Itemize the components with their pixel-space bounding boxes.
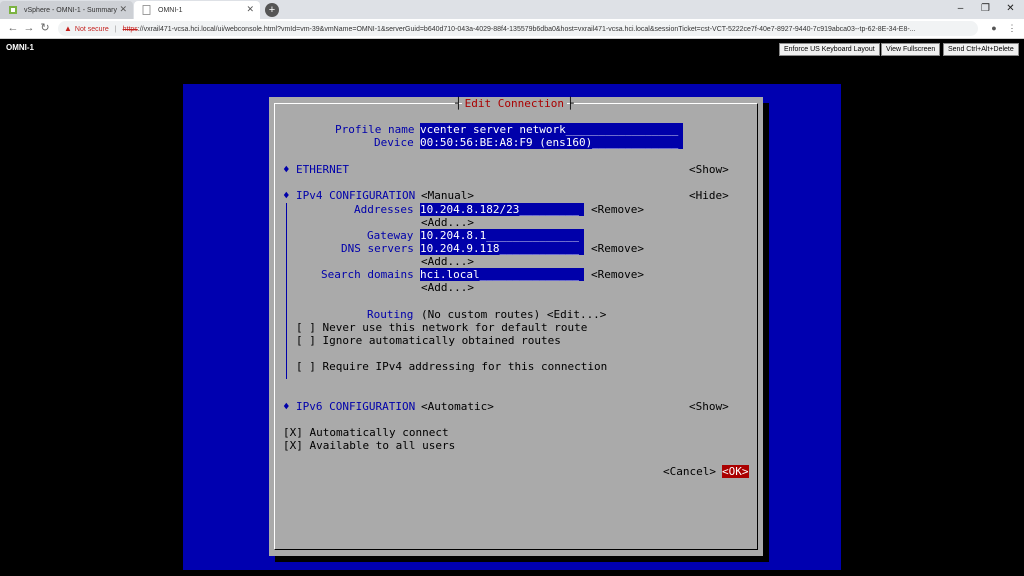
ipv6-marker-icon: ♦ [283, 400, 290, 413]
dialog-title-bar: ┤ Edit Connection ├ [455, 97, 574, 110]
ipv6-show-button[interactable]: <Show> [689, 400, 729, 413]
new-tab-button[interactable]: + [265, 3, 279, 17]
dns-server-field[interactable]: 10.204.9.118____________ [420, 242, 584, 255]
edit-connection-dialog: ┤ Edit Connection ├ Profile name vcenter s… [269, 97, 763, 556]
tab-vsphere-summary[interactable]: vSphere - OMNI-1 - Summary ✕ [0, 1, 133, 19]
profile-icon[interactable]: ● [988, 22, 1000, 34]
tab-title: vSphere - OMNI-1 - Summary [24, 6, 117, 14]
tab-close-icon[interactable]: ✕ [246, 4, 254, 15]
not-secure-label: Not secure [74, 26, 109, 33]
reload-icon[interactable]: ↻ [38, 21, 52, 35]
url-scheme: https [122, 26, 138, 33]
remove-search-domain-button[interactable]: <Remove> [591, 268, 644, 281]
dns-servers-label: DNS servers [341, 242, 414, 255]
tab-title: OMNI-1 [158, 6, 183, 14]
routing-label: Routing [367, 308, 414, 321]
remove-dns-button[interactable]: <Remove> [591, 242, 644, 255]
maximize-button[interactable]: ❐ [973, 0, 998, 18]
tab-close-icon[interactable]: ✕ [119, 4, 127, 15]
addresses-label: Addresses [354, 203, 414, 216]
ipv4-hide-button[interactable]: <Hide> [689, 189, 729, 202]
gateway-field[interactable]: 10.204.8.1______________ [420, 229, 584, 242]
ethernet-show-button[interactable]: <Show> [689, 163, 729, 176]
ok-button[interactable]: <OK> [722, 465, 749, 478]
add-address-button[interactable]: <Add...> [421, 216, 474, 229]
view-fullscreen-button[interactable]: View Fullscreen [881, 43, 941, 56]
all-users-checkbox[interactable]: [X] Available to all users [283, 439, 455, 452]
search-domain-field[interactable]: hci.local_______________ [420, 268, 584, 281]
tab-omni-1[interactable]: OMNI-1 ✕ [134, 1, 260, 19]
vsphere-favicon-icon [9, 6, 17, 14]
search-domains-label: Search domains [321, 268, 414, 281]
never-default-route-checkbox[interactable]: [ ] Never use this network for default r… [296, 321, 587, 334]
device-label: Device [374, 136, 414, 149]
ipv4-label: IPv4 CONFIGURATION [296, 189, 416, 202]
add-search-domain-button[interactable]: <Add...> [421, 281, 474, 294]
profile-name-label: Profile name [335, 123, 415, 136]
send-ctrl-alt-delete-button[interactable]: Send Ctrl+Alt+Delete [943, 43, 1019, 56]
gateway-label: Gateway [367, 229, 414, 242]
ipv4-marker-icon: ♦ [283, 189, 290, 202]
ethernet-marker-icon: ♦ [283, 163, 290, 176]
device-field[interactable]: 00:50:56:BE:A8:F9 (ens160)_____________ [420, 136, 683, 149]
ipv4-section-bar [286, 203, 287, 379]
page-favicon-icon [142, 5, 151, 15]
ethernet-label: ETHERNET [296, 163, 349, 176]
url-text: ://vxrail471-vcsa.hci.local/ui/webconsol… [137, 26, 916, 33]
profile-name-field[interactable]: vcenter server network_________________ [420, 123, 683, 136]
enforce-keyboard-button[interactable]: Enforce US Keyboard Layout [779, 43, 880, 56]
console-header: OMNI-1 Enforce US Keyboard Layout View F… [0, 40, 1024, 58]
address-bar[interactable]: ▲ Not secure | https://vxrail471-vcsa.hci.l… [58, 21, 978, 36]
routing-edit-button[interactable]: (No custom routes) <Edit...> [421, 308, 606, 321]
warning-triangle-icon: ▲ [64, 24, 72, 33]
ipv4-mode-dropdown[interactable]: <Manual> [421, 189, 474, 202]
forward-arrow-icon[interactable]: → [22, 21, 36, 35]
minimize-button[interactable]: – [948, 0, 973, 18]
require-ipv4-checkbox[interactable]: [ ] Require IPv4 addressing for this con… [296, 360, 607, 373]
address-separator: | [114, 26, 117, 33]
add-dns-button[interactable]: <Add...> [421, 255, 474, 268]
back-arrow-icon[interactable]: ← [6, 21, 20, 35]
dialog-title: Edit Connection [461, 97, 567, 110]
close-window-button[interactable]: ✕ [998, 0, 1023, 18]
browser-toolbar: ← → ↻ ▲ Not secure | https://vxrail471-vcsa… [0, 19, 1024, 39]
menu-dots-icon[interactable]: ⋮ [1006, 22, 1018, 34]
remove-address-button[interactable]: <Remove> [591, 203, 644, 216]
ignore-routes-checkbox[interactable]: [ ] Ignore automatically obtained routes [296, 334, 561, 347]
cancel-button[interactable]: <Cancel> [663, 465, 716, 478]
ipv6-label: IPv6 CONFIGURATION [296, 400, 416, 413]
ipv6-mode-dropdown[interactable]: <Automatic> [421, 400, 494, 413]
auto-connect-checkbox[interactable]: [X] Automatically connect [283, 426, 449, 439]
browser-tab-bar: vSphere - OMNI-1 - Summary ✕ OMNI-1 ✕ + … [0, 0, 1024, 19]
address-field[interactable]: 10.204.8.182/23_________ [420, 203, 584, 216]
vm-name: OMNI-1 [6, 43, 34, 52]
